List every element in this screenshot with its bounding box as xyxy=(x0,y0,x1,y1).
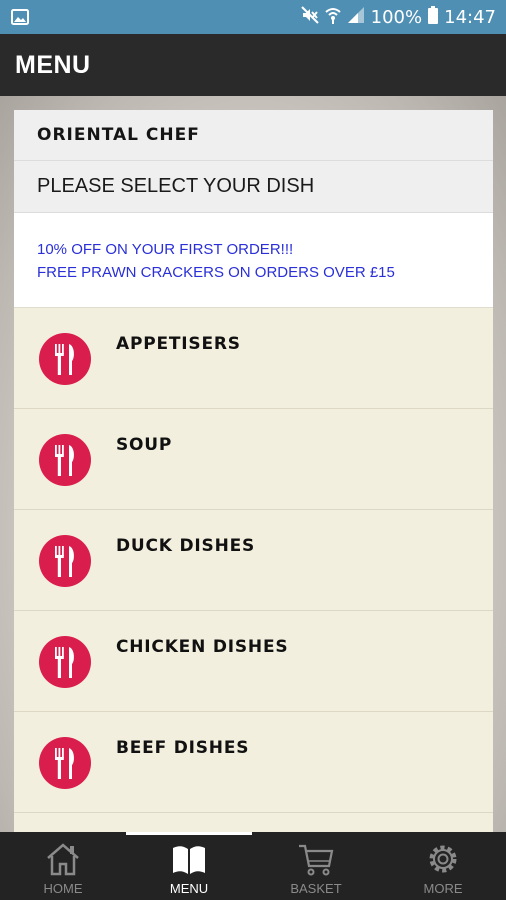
cutlery-icon xyxy=(38,635,92,689)
battery-icon xyxy=(428,5,439,29)
bottom-nav: HOME MENU BASKET MORE xyxy=(0,832,506,900)
category-label: DUCK DISHES xyxy=(116,536,256,556)
promo-banner: 10% OFF ON YOUR FIRST ORDER!!! FREE PRAW… xyxy=(14,213,493,308)
category-duck-dishes[interactable]: DUCK DISHES xyxy=(14,510,493,611)
battery-percent: 100% xyxy=(370,6,423,28)
nav-menu[interactable]: MENU xyxy=(126,832,252,900)
nav-basket[interactable]: BASKET xyxy=(253,832,379,900)
content-area[interactable]: ORIENTAL CHEF PLEASE SELECT YOUR DISH 10… xyxy=(0,96,506,832)
restaurant-name: ORIENTAL CHEF xyxy=(37,125,200,145)
cutlery-icon xyxy=(38,332,92,386)
home-icon xyxy=(47,843,79,876)
nav-label: HOME xyxy=(43,881,83,896)
wifi-icon xyxy=(325,6,341,29)
select-prompt: PLEASE SELECT YOUR DISH xyxy=(37,175,315,197)
category-label: BEEF DISHES xyxy=(116,738,250,758)
category-label: CHICKEN DISHES xyxy=(116,637,289,657)
clock: 14:47 xyxy=(444,6,496,28)
category-soup[interactable]: SOUP xyxy=(14,409,493,510)
mute-icon xyxy=(300,5,319,29)
nav-label: MORE xyxy=(423,881,463,896)
signal-icon xyxy=(347,6,365,29)
book-icon xyxy=(173,846,205,874)
cutlery-icon xyxy=(38,736,92,790)
restaurant-header: ORIENTAL CHEF xyxy=(14,110,493,161)
nav-label: BASKET xyxy=(290,881,342,896)
select-prompt-row: PLEASE SELECT YOUR DISH xyxy=(14,161,493,213)
category-appetisers[interactable]: APPETISERS xyxy=(14,308,493,409)
image-icon xyxy=(11,9,29,30)
promo-line: FREE PRAWN CRACKERS ON ORDERS OVER £15 xyxy=(37,264,395,281)
active-tab-indicator xyxy=(126,832,252,835)
category-chicken-dishes[interactable]: CHICKEN DISHES xyxy=(14,611,493,712)
app-bar: MENU xyxy=(0,34,506,96)
menu-card: ORIENTAL CHEF PLEASE SELECT YOUR DISH 10… xyxy=(14,110,493,832)
category-label: APPETISERS xyxy=(116,334,241,354)
page-title: MENU xyxy=(15,51,91,79)
cutlery-icon xyxy=(38,433,92,487)
gear-icon xyxy=(429,845,457,873)
nav-more[interactable]: MORE xyxy=(380,832,506,900)
category-label: SOUP xyxy=(116,435,173,455)
status-bar: 100% 14:47 xyxy=(0,0,506,34)
nav-home[interactable]: HOME xyxy=(0,832,126,900)
cart-icon xyxy=(299,844,334,876)
promo-line: 10% OFF ON YOUR FIRST ORDER!!! xyxy=(37,241,294,258)
category-next-partial[interactable] xyxy=(14,813,493,832)
cutlery-icon xyxy=(38,534,92,588)
category-beef-dishes[interactable]: BEEF DISHES xyxy=(14,712,493,813)
nav-label: MENU xyxy=(169,881,209,896)
